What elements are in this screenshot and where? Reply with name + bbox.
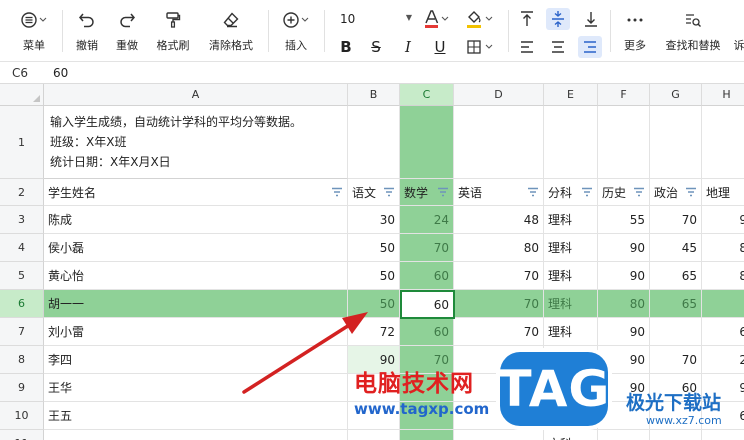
watermark-site-url: www.tagxp.com: [354, 400, 490, 418]
watermark-right-name: 极光下载站: [626, 392, 722, 414]
watermark-right-url: www.xz7.com: [646, 414, 722, 427]
tag-logo-text: TAG: [497, 360, 611, 418]
arrow-shaft: [242, 320, 356, 394]
arrow-head: [342, 312, 368, 334]
tag-logo: TAG: [497, 352, 611, 426]
watermark-site-name: 电脑技术网: [354, 371, 474, 397]
